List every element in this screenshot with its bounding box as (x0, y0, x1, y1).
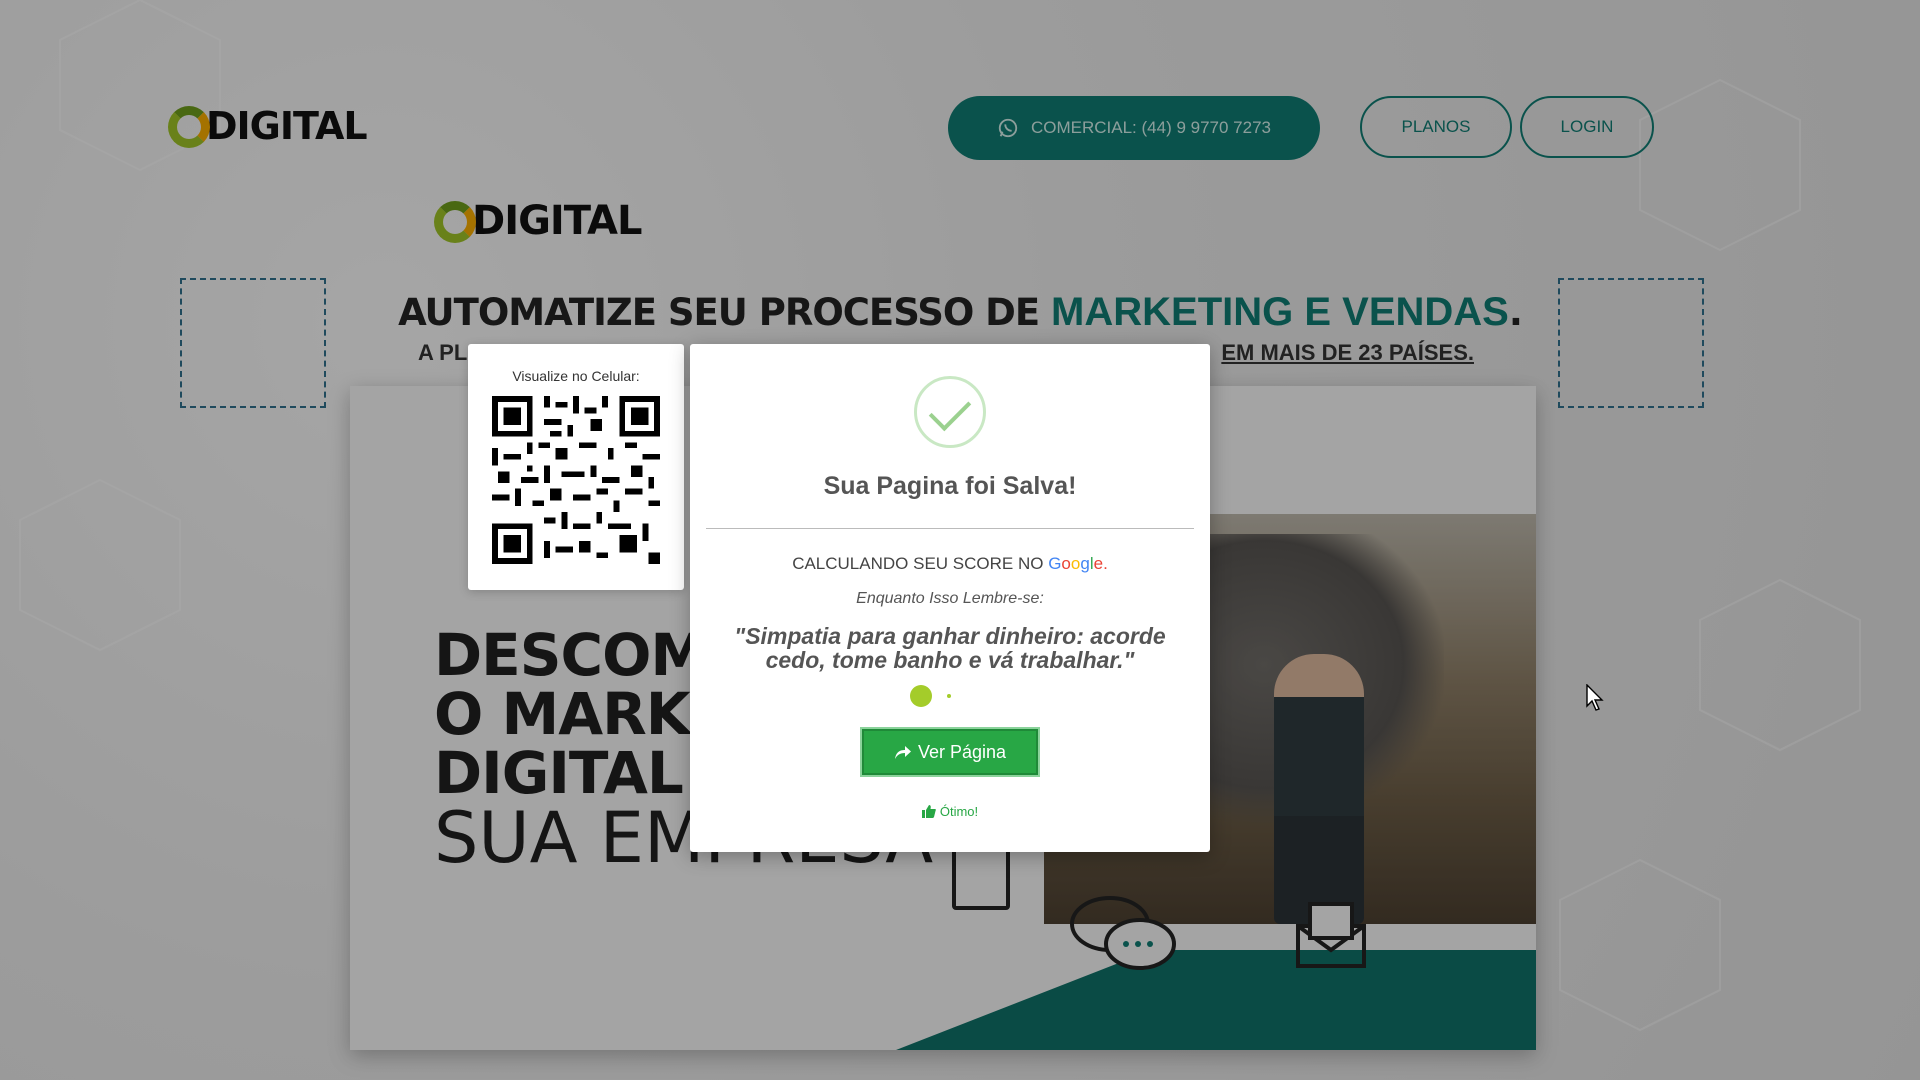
modal-title: Sua Pagina foi Salva! (823, 472, 1077, 500)
qr-code (492, 396, 660, 564)
ver-pagina-button[interactable]: Ver Página (862, 729, 1038, 775)
mouse-cursor-icon (1586, 684, 1604, 711)
qr-panel: Visualize no Celular: (468, 344, 684, 590)
modal-divider (706, 528, 1194, 529)
ver-pagina-label: Ver Página (917, 741, 1007, 762)
otimo-label: Ótimo! (939, 804, 979, 819)
loading-dot (910, 685, 932, 707)
check-circle-icon (914, 376, 986, 448)
score-label: CALCULANDO SEU SCORE NO (792, 554, 1049, 573)
google-logo: Google. (1048, 554, 1108, 573)
loading-dot (947, 694, 951, 698)
score-text: CALCULANDO SEU SCORE NO Google. (690, 554, 1210, 574)
share-icon (894, 746, 911, 759)
quote-text: "Simpatia para ganhar dinheiro: acorde c… (734, 623, 1166, 674)
remember-text: Enquanto Isso Lembre-se: (856, 590, 1044, 607)
qr-title: Visualize no Celular: (512, 368, 640, 384)
page-saved-modal: Sua Pagina foi Salva! CALCULANDO SEU SCO… (690, 344, 1210, 852)
loading-dots (690, 685, 1210, 709)
thumbs-up-icon (921, 805, 936, 818)
otimo-link[interactable]: Ótimo! (690, 804, 1210, 819)
